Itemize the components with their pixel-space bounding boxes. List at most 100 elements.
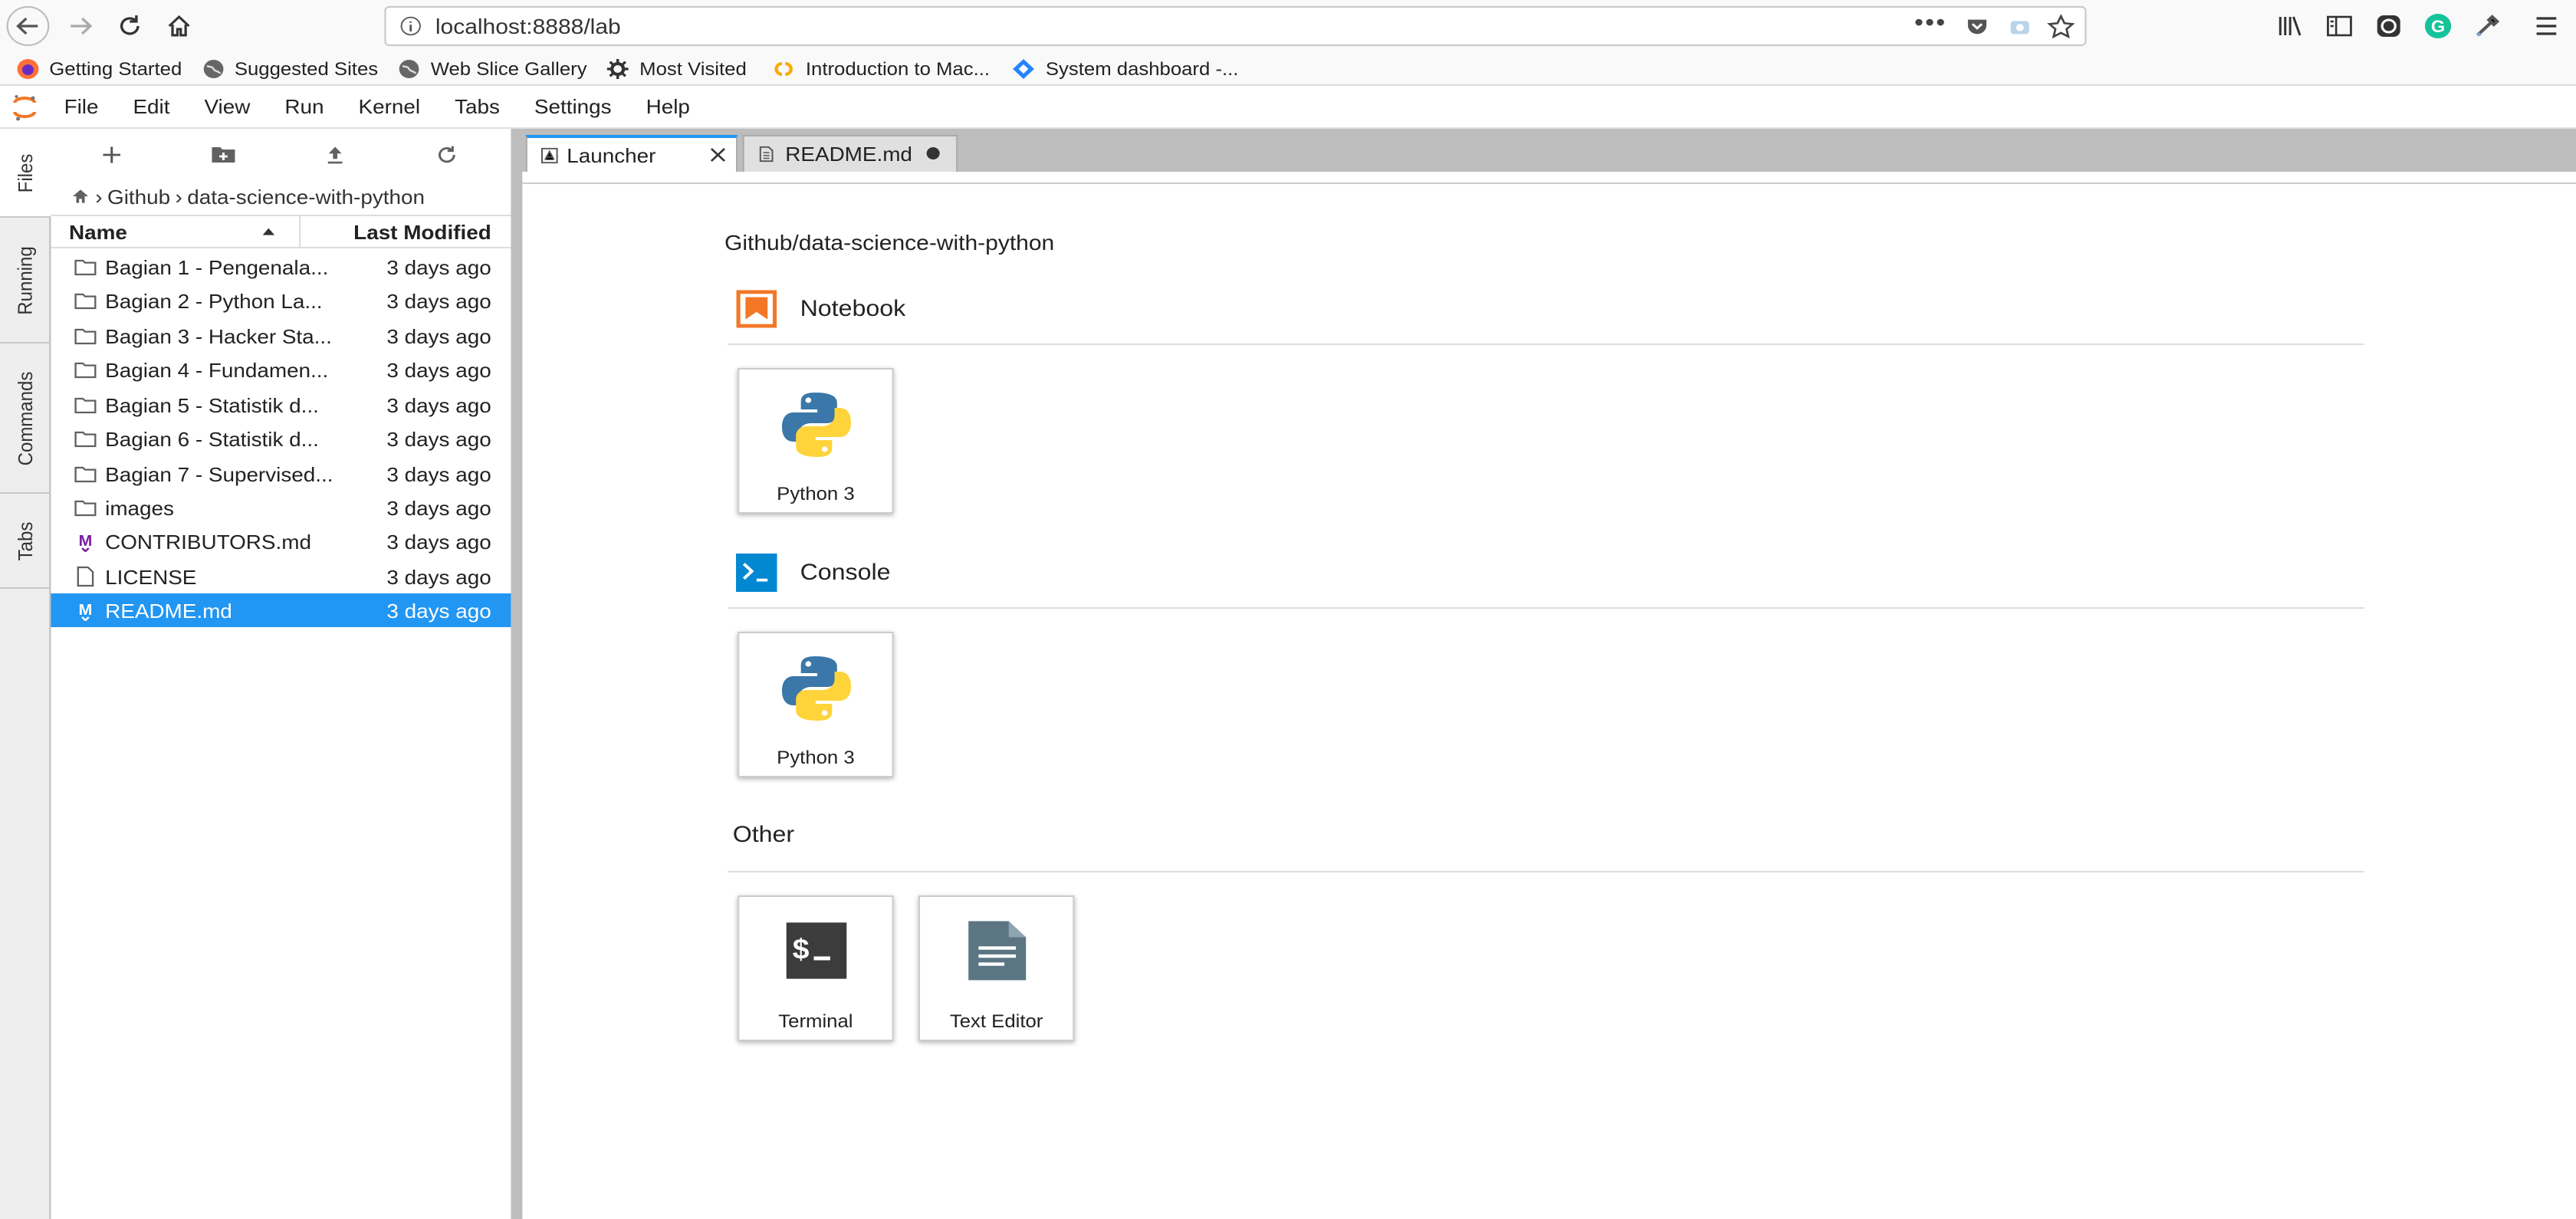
- screenshot-icon[interactable]: [2008, 15, 2032, 38]
- file-name: Bagian 5 - Statistik d...: [105, 393, 319, 416]
- tab-label: Commands: [14, 370, 38, 465]
- home-icon[interactable]: [71, 187, 90, 205]
- url-bar[interactable]: localhost:8888/lab •••: [384, 6, 2087, 46]
- library-icon[interactable]: [2275, 12, 2305, 40]
- file-browser: › Github › data-science-with-python Name…: [51, 129, 511, 1219]
- file-name: CONTRIBUTORS.md: [105, 530, 311, 553]
- bookmark-most-visited[interactable]: Most Visited: [606, 58, 747, 79]
- card-label: Text Editor: [949, 1010, 1043, 1032]
- file-row[interactable]: Bagian 4 - Fundamen... 3 days ago: [51, 353, 511, 386]
- file-modified: 3 days ago: [386, 565, 491, 588]
- file-row[interactable]: Bagian 1 - Pengenala... 3 days ago: [51, 250, 511, 284]
- tab-readme[interactable]: README.md: [742, 135, 958, 172]
- eyedropper-icon[interactable]: [2472, 12, 2502, 40]
- upload-button[interactable]: [320, 141, 350, 169]
- notebook-section-title: Notebook: [736, 290, 905, 328]
- file-row[interactable]: Bagian 6 - Statistik d... 3 days ago: [51, 422, 511, 455]
- modified-column-header[interactable]: Last Modified: [353, 220, 491, 243]
- page-actions-icon[interactable]: •••: [1914, 11, 1947, 38]
- main-area: Launcher README.md Github/data-science-w…: [522, 129, 2576, 1219]
- menu-kernel[interactable]: Kernel: [359, 95, 421, 118]
- file-row[interactable]: LICENSE 3 days ago: [51, 560, 511, 593]
- folder-icon: [74, 362, 97, 379]
- bookmark-introduction[interactable]: Introduction to Mac...: [773, 58, 990, 79]
- star-icon[interactable]: [2047, 14, 2075, 40]
- file-name: Bagian 3 - Hacker Sta...: [105, 324, 332, 347]
- forward-button[interactable]: [59, 6, 102, 46]
- notebook-python3-card[interactable]: Python 3: [738, 368, 894, 514]
- sidebar-icon[interactable]: [2325, 12, 2354, 40]
- tab-label: README.md: [785, 143, 912, 166]
- file-row[interactable]: Bagian 2 - Python La... 3 days ago: [51, 284, 511, 317]
- terminal-icon: $: [785, 922, 846, 979]
- bookmark-getting-started[interactable]: Getting Started: [16, 58, 182, 79]
- firefox-icon: [17, 58, 39, 78]
- terminal-card[interactable]: $ Terminal: [738, 895, 894, 1041]
- arrow-left-icon: [16, 17, 38, 35]
- panel-splitter[interactable]: [511, 129, 523, 1219]
- extension-icon[interactable]: [2374, 12, 2404, 40]
- bookmark-label: Getting Started: [49, 58, 182, 79]
- bookmark-label: System dashboard -...: [1045, 58, 1239, 79]
- tab-launcher[interactable]: Launcher: [525, 135, 738, 172]
- file-row[interactable]: Bagian 5 - Statistik d... 3 days ago: [51, 388, 511, 422]
- tab-files[interactable]: Files: [0, 129, 53, 218]
- console-section-title: Console: [736, 554, 891, 592]
- tab-label: Launcher: [567, 143, 656, 166]
- folder-icon: [74, 500, 97, 517]
- menu-edit[interactable]: Edit: [133, 95, 169, 118]
- refresh-button[interactable]: [432, 141, 462, 169]
- bookmark-system-dashboard[interactable]: System dashboard -...: [1013, 58, 1238, 79]
- folder-icon: [74, 397, 97, 414]
- unsaved-dot-icon[interactable]: [926, 147, 940, 159]
- text-editor-card[interactable]: Text Editor: [918, 895, 1075, 1041]
- home-icon: [168, 15, 190, 37]
- menu-tabs[interactable]: Tabs: [455, 95, 500, 118]
- file-name: Bagian 2 - Python La...: [105, 289, 323, 312]
- jira-icon: [1014, 58, 1035, 78]
- menu-run[interactable]: Run: [284, 95, 324, 118]
- tab-tabs[interactable]: Tabs: [0, 494, 51, 589]
- svg-text:G: G: [2431, 17, 2445, 36]
- hamburger-menu-icon[interactable]: [2532, 12, 2561, 40]
- menu-view[interactable]: View: [204, 95, 250, 118]
- sort-up-icon: [262, 228, 275, 235]
- section-label: Other: [732, 822, 795, 848]
- menu-file[interactable]: File: [64, 95, 99, 118]
- new-folder-button[interactable]: [209, 141, 238, 169]
- svg-text:$: $: [791, 935, 810, 967]
- file-row[interactable]: Bagian 3 - Hacker Sta... 3 days ago: [51, 319, 511, 353]
- pocket-icon[interactable]: [1965, 15, 1990, 38]
- card-label: Python 3: [777, 483, 855, 504]
- close-icon[interactable]: [710, 147, 726, 163]
- bookmark-web-slice-gallery[interactable]: Web Slice Gallery: [398, 58, 587, 79]
- card-label: Terminal: [778, 1010, 853, 1032]
- home-button[interactable]: [158, 6, 201, 46]
- menu-settings[interactable]: Settings: [534, 95, 612, 118]
- breadcrumb-current[interactable]: data-science-with-python: [187, 185, 425, 208]
- reload-button[interactable]: [108, 6, 151, 46]
- browser-toolbar: localhost:8888/lab ••• G: [0, 0, 2576, 52]
- file-row[interactable]: Bagian 7 - Supervised... 3 days ago: [51, 457, 511, 491]
- tab-running[interactable]: Running: [0, 218, 51, 343]
- breadcrumb-github[interactable]: Github: [107, 185, 170, 208]
- file-row-selected[interactable]: M README.md 3 days ago: [51, 593, 511, 627]
- folder-icon: [74, 293, 97, 310]
- tab-commands[interactable]: Commands: [0, 343, 51, 494]
- folder-icon: [74, 466, 97, 483]
- file-row[interactable]: M CONTRIBUTORS.md 3 days ago: [51, 524, 511, 558]
- document-icon: [759, 146, 774, 163]
- bookmark-suggested-sites[interactable]: Suggested Sites: [202, 58, 378, 79]
- file-modified: 3 days ago: [386, 289, 491, 312]
- bookmark-label: Most Visited: [639, 58, 747, 79]
- file-modified: 3 days ago: [386, 462, 491, 485]
- name-column-header[interactable]: Name: [51, 216, 301, 247]
- new-launcher-button[interactable]: [97, 141, 127, 169]
- grammarly-icon[interactable]: G: [2423, 12, 2453, 40]
- console-python3-card[interactable]: Python 3: [738, 632, 894, 777]
- menu-help[interactable]: Help: [646, 95, 690, 118]
- back-button[interactable]: [6, 6, 50, 46]
- globe-icon: [203, 59, 223, 77]
- section-label: Console: [800, 560, 891, 586]
- file-row[interactable]: images 3 days ago: [51, 491, 511, 524]
